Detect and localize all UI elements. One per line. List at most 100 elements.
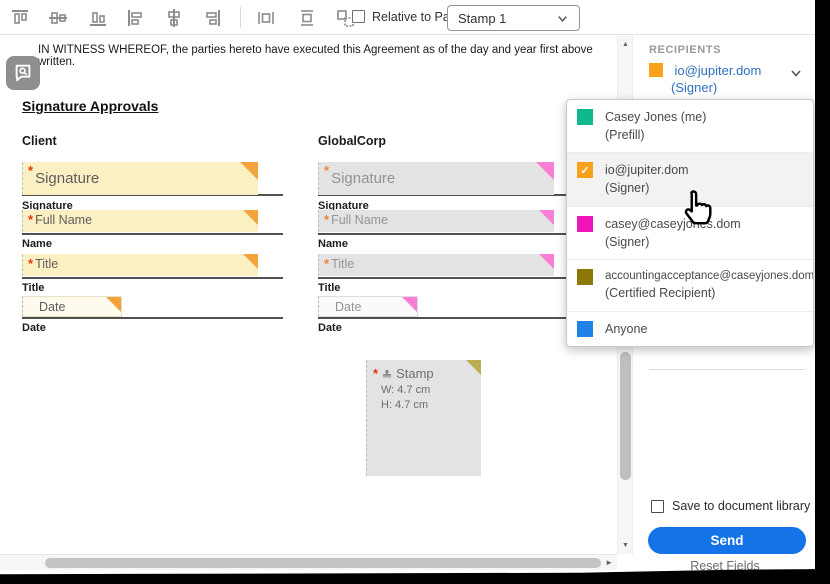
relative-to-page-checkbox[interactable] — [352, 10, 365, 23]
recipient-option-accountingacceptance[interactable]: accountingacceptance@caseyjones.dom (Cer… — [567, 260, 813, 312]
form-line — [22, 317, 283, 319]
client-column-heading: Client — [22, 134, 57, 148]
field-preview-tool-icon[interactable] — [6, 56, 40, 90]
recipient-dropdown-menu: Casey Jones (me) (Prefill) ✓ io@jupiter.… — [566, 99, 814, 347]
align-top-icon[interactable] — [8, 6, 32, 30]
recipient-color-swatch — [577, 109, 593, 125]
recipient-corner-tag — [106, 297, 121, 312]
chevron-down-icon — [556, 12, 569, 25]
client-signature-field[interactable]: *Signature — [22, 162, 258, 195]
globalcorp-signature-field[interactable]: *Signature — [318, 162, 554, 195]
globalcorp-fullname-field[interactable]: *Full Name — [318, 210, 554, 232]
required-asterisk: * — [324, 257, 329, 270]
recipient-corner-tag — [243, 210, 258, 225]
form-line — [22, 233, 283, 235]
recipient-corner-tag — [240, 162, 258, 180]
globalcorp-name-label: Name — [318, 238, 348, 250]
app-window: Relative to Page Stamp 1 IN WITNESS WHER… — [0, 0, 830, 584]
chevron-down-icon[interactable] — [789, 66, 803, 80]
field-placeholder: Date — [39, 300, 65, 314]
recipient-role: (Signer) — [605, 233, 741, 251]
recipient-color-swatch — [577, 216, 593, 232]
alignment-toolbar: Relative to Page Stamp 1 — [0, 0, 815, 35]
document-canvas: IN WITNESS WHEREOF, the parties hereto h… — [0, 36, 616, 554]
recipient-corner-tag — [536, 162, 554, 180]
globalcorp-title-field[interactable]: *Title — [318, 254, 554, 276]
recipient-corner-tag — [539, 254, 554, 269]
recipient-selector[interactable]: io@jupiter.dom (Signer) — [649, 62, 809, 95]
section-heading: Signature Approvals — [22, 98, 158, 114]
required-asterisk: * — [324, 164, 329, 177]
form-line — [318, 317, 578, 319]
globalcorp-date-field[interactable]: Date — [318, 296, 418, 317]
toolbar-separator — [240, 7, 241, 28]
save-to-library-option[interactable]: Save to document library — [651, 499, 810, 513]
recipient-option-anyone[interactable]: Anyone — [567, 312, 813, 346]
client-date-label: Date — [22, 322, 46, 334]
vertical-scroll-thumb[interactable] — [620, 352, 631, 480]
recipient-corner-tag — [243, 254, 258, 269]
save-to-library-checkbox[interactable] — [651, 500, 664, 513]
globalcorp-column-heading: GlobalCorp — [318, 134, 386, 148]
field-name-dropdown[interactable]: Stamp 1 — [447, 5, 580, 31]
client-name-label: Name — [22, 238, 52, 250]
field-placeholder: Full Name — [35, 213, 92, 227]
required-asterisk: * — [324, 213, 329, 226]
scroll-down-icon[interactable]: ▼ — [622, 542, 629, 549]
recipient-color-swatch: ✓ — [577, 162, 593, 178]
stamp-field[interactable]: * Stamp W: 4.7 cm H: 4.7 cm — [366, 360, 481, 476]
recipient-name: Anyone — [605, 320, 647, 338]
document-body-text: IN WITNESS WHEREOF, the parties hereto h… — [38, 44, 598, 68]
send-button[interactable]: Send — [648, 527, 806, 554]
client-date-field[interactable]: Date — [22, 296, 122, 317]
align-left-icon[interactable] — [124, 6, 148, 30]
form-line — [318, 233, 578, 235]
required-asterisk: * — [28, 213, 33, 226]
field-placeholder: Date — [335, 300, 361, 314]
recipient-name: casey@caseyjones.dom — [605, 215, 741, 233]
align-horizontal-center-icon[interactable] — [162, 6, 186, 30]
field-placeholder: Title — [331, 257, 354, 271]
align-right-icon[interactable] — [200, 6, 224, 30]
globalcorp-date-label: Date — [318, 322, 342, 334]
recipient-color-swatch — [577, 321, 593, 337]
field-placeholder: Title — [35, 257, 58, 271]
stamp-icon — [381, 368, 393, 380]
align-bottom-icon[interactable] — [86, 6, 110, 30]
recipient-name: Casey Jones (me) — [605, 108, 706, 126]
save-to-library-label: Save to document library — [672, 499, 810, 513]
recipient-option-casey-jones[interactable]: Casey Jones (me) (Prefill) — [567, 100, 813, 153]
horizontal-scroll-thumb[interactable] — [45, 558, 601, 568]
divider — [649, 369, 805, 370]
form-line — [22, 277, 283, 279]
recipient-name: accountingacceptance@caseyjones.dom — [605, 268, 814, 285]
selected-recipient-role: (Signer) — [671, 80, 809, 95]
recipient-role: (Prefill) — [605, 126, 706, 144]
form-line — [318, 277, 578, 279]
align-vertical-center-icon[interactable] — [46, 6, 70, 30]
globalcorp-title-label: Title — [318, 282, 340, 294]
recipients-header: RECIPIENTS — [649, 44, 721, 56]
scroll-up-icon[interactable]: ▲ — [622, 41, 629, 48]
client-title-field[interactable]: *Title — [22, 254, 258, 276]
scroll-right-icon[interactable]: ► — [605, 558, 613, 567]
recipient-option-casey-caseyjones[interactable]: casey@caseyjones.dom (Signer) — [567, 207, 813, 260]
distribute-horizontally-icon[interactable] — [254, 6, 278, 30]
recipient-name: io@jupiter.dom — [605, 161, 689, 179]
distribute-vertically-icon[interactable] — [295, 6, 319, 30]
field-placeholder: Signature — [331, 170, 395, 187]
field-name-value: Stamp 1 — [458, 11, 506, 26]
recipient-color-swatch — [577, 269, 593, 285]
field-placeholder: Full Name — [331, 213, 388, 227]
client-title-label: Title — [22, 282, 44, 294]
screenshot-ragged-edge — [815, 0, 830, 584]
required-asterisk: * — [28, 257, 33, 270]
recipient-option-io-jupiter[interactable]: ✓ io@jupiter.dom (Signer) — [567, 153, 813, 206]
stamp-height-readout: H: 4.7 cm — [381, 399, 481, 411]
client-fullname-field[interactable]: *Full Name — [22, 210, 258, 232]
recipient-corner-tag — [466, 360, 481, 375]
required-asterisk: * — [373, 367, 378, 380]
recipient-role: (Signer) — [605, 179, 689, 197]
stamp-width-readout: W: 4.7 cm — [381, 384, 481, 396]
horizontal-scrollbar[interactable]: ► — [0, 554, 617, 570]
